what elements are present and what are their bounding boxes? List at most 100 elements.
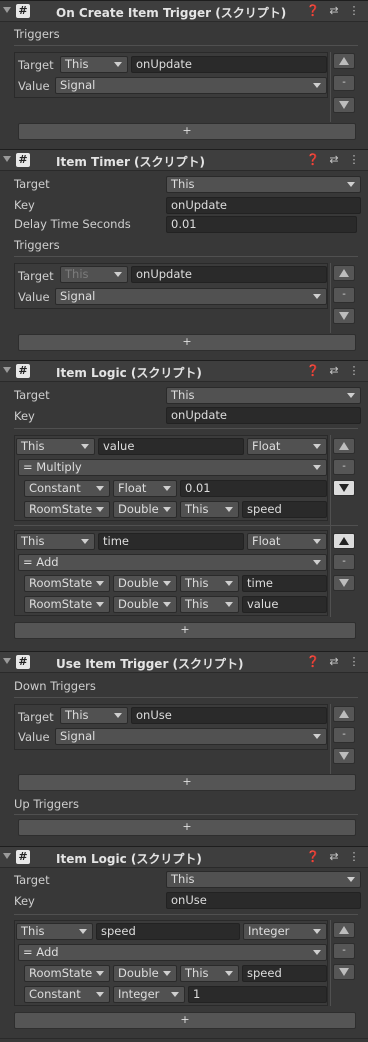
operand-target-dropdown[interactable]: This — [180, 596, 239, 613]
add-button[interactable]: + — [18, 819, 356, 836]
move-up-button[interactable] — [333, 53, 355, 69]
source-dropdown[interactable]: This — [16, 438, 95, 455]
move-up-button[interactable] — [333, 533, 355, 549]
operand-kind-dropdown[interactable]: Constant — [24, 480, 110, 497]
help-icon[interactable]: ❓ — [306, 850, 320, 863]
type-dropdown[interactable]: Float — [247, 438, 327, 455]
remove-button[interactable]: - — [333, 554, 355, 570]
remove-button[interactable]: - — [333, 287, 355, 303]
operand-kind-dropdown[interactable]: RoomState — [24, 965, 110, 982]
foldout-arrow-icon[interactable] — [3, 156, 11, 162]
help-icon[interactable]: ❓ — [306, 4, 320, 17]
operand-type-dropdown[interactable]: Float — [113, 480, 177, 497]
move-up-button[interactable] — [333, 922, 355, 938]
preset-icon[interactable]: ⇄ — [327, 850, 341, 863]
remove-button[interactable]: - — [333, 459, 355, 475]
value-dropdown[interactable]: Signal — [55, 77, 327, 94]
target-dropdown[interactable]: This — [166, 176, 361, 193]
variable-name-field[interactable]: time — [98, 533, 244, 550]
add-button[interactable]: + — [18, 123, 356, 140]
component-header-item-logic[interactable]: # Item Logic (スクリプト) ❓ ⇄ ⋮ — [0, 360, 368, 382]
move-up-button[interactable] — [333, 438, 355, 454]
operand-type-dropdown[interactable]: Double — [113, 575, 177, 592]
add-button[interactable]: + — [14, 622, 356, 639]
target-dropdown[interactable]: This — [60, 56, 128, 73]
operand-value-field[interactable]: 1 — [188, 986, 327, 1003]
operand-kind-dropdown[interactable]: Constant — [24, 986, 110, 1003]
target-dropdown[interactable]: This — [60, 266, 128, 283]
help-icon[interactable]: ❓ — [306, 655, 320, 668]
move-down-button[interactable] — [333, 748, 355, 764]
move-down-button[interactable] — [333, 97, 355, 113]
delay-field[interactable]: 0.01 — [166, 216, 357, 233]
remove-button[interactable]: - — [333, 75, 355, 91]
key-field[interactable]: onUpdate — [131, 266, 327, 283]
operand-type-dropdown[interactable]: Double — [113, 596, 177, 613]
operand-target-dropdown[interactable]: This — [180, 965, 239, 982]
preset-icon[interactable]: ⇄ — [327, 4, 341, 17]
preset-icon[interactable]: ⇄ — [327, 153, 341, 166]
operand-target-dropdown[interactable]: This — [180, 575, 239, 592]
help-icon[interactable]: ❓ — [306, 153, 320, 166]
operand-value-field[interactable]: speed — [242, 965, 327, 982]
component-header-use-item-trigger[interactable]: # Use Item Trigger (スクリプト) ❓ ⇄ ⋮ — [0, 651, 368, 673]
operator-dropdown[interactable]: = Multiply — [18, 459, 327, 476]
move-down-button[interactable] — [333, 480, 355, 496]
foldout-arrow-icon[interactable] — [3, 7, 11, 13]
preset-icon[interactable]: ⇄ — [327, 364, 341, 377]
add-button[interactable]: + — [18, 774, 356, 791]
key-field[interactable]: onUpdate — [166, 407, 361, 424]
help-icon[interactable]: ❓ — [306, 364, 320, 377]
operator-dropdown[interactable]: = Add — [18, 554, 327, 571]
operand-type-dropdown[interactable]: Integer — [113, 986, 185, 1003]
operand-value-field[interactable]: 0.01 — [180, 480, 327, 497]
operand-value-field[interactable]: time — [242, 575, 327, 592]
move-down-button[interactable] — [333, 964, 355, 980]
value-dropdown[interactable]: Signal — [55, 728, 327, 745]
type-dropdown[interactable]: Integer — [243, 923, 327, 940]
key-field[interactable]: onUse — [166, 892, 361, 909]
move-down-button[interactable] — [333, 308, 355, 324]
component-header-item-timer[interactable]: # Item Timer (スクリプト) ❓ ⇄ ⋮ — [0, 149, 368, 171]
foldout-arrow-icon[interactable] — [3, 853, 11, 859]
operand-type-dropdown[interactable]: Double — [113, 501, 177, 518]
operand-kind-dropdown[interactable]: RoomState — [24, 501, 110, 518]
move-up-button[interactable] — [333, 265, 355, 281]
preset-icon[interactable]: ⇄ — [327, 655, 341, 668]
remove-button[interactable]: - — [333, 727, 355, 743]
operator-dropdown[interactable]: = Add — [18, 944, 327, 961]
target-dropdown[interactable]: This — [60, 707, 128, 724]
operand-type-dropdown[interactable]: Double — [113, 965, 177, 982]
operand-value-field[interactable]: speed — [242, 501, 327, 518]
operand-kind-dropdown[interactable]: RoomState — [24, 596, 110, 613]
move-down-button[interactable] — [333, 575, 355, 591]
source-dropdown[interactable]: This — [16, 533, 95, 550]
source-dropdown[interactable]: This — [16, 923, 93, 940]
foldout-arrow-icon[interactable] — [3, 658, 11, 664]
add-button[interactable]: + — [14, 1012, 356, 1029]
component-header-item-logic[interactable]: # Item Logic (スクリプト) ❓ ⇄ ⋮ — [0, 846, 368, 868]
target-dropdown[interactable]: This — [166, 387, 361, 404]
move-up-button[interactable] — [333, 706, 355, 722]
remove-button[interactable]: - — [333, 943, 355, 959]
add-button[interactable]: + — [18, 334, 356, 351]
value-dropdown[interactable]: Signal — [55, 288, 327, 305]
arrow-up-icon — [339, 269, 349, 277]
operand-value-field[interactable]: value — [242, 596, 327, 613]
menu-icon[interactable]: ⋮ — [347, 850, 361, 863]
target-dropdown[interactable]: This — [166, 871, 361, 888]
operand-kind-dropdown[interactable]: RoomState — [24, 575, 110, 592]
menu-icon[interactable]: ⋮ — [347, 655, 361, 668]
menu-icon[interactable]: ⋮ — [347, 364, 361, 377]
foldout-arrow-icon[interactable] — [3, 367, 11, 373]
menu-icon[interactable]: ⋮ — [347, 153, 361, 166]
key-field[interactable]: onUse — [131, 707, 327, 724]
component-header-on-create-item-trigger[interactable]: # On Create Item Trigger (スクリプト) ❓ ⇄ ⋮ — [0, 0, 368, 22]
key-field[interactable]: onUpdate — [131, 56, 327, 73]
operand-target-dropdown[interactable]: This — [180, 501, 239, 518]
variable-name-field[interactable]: speed — [96, 923, 240, 940]
variable-name-field[interactable]: value — [98, 438, 244, 455]
type-dropdown[interactable]: Float — [247, 533, 327, 550]
menu-icon[interactable]: ⋮ — [347, 4, 361, 17]
key-field[interactable]: onUpdate — [166, 197, 361, 214]
